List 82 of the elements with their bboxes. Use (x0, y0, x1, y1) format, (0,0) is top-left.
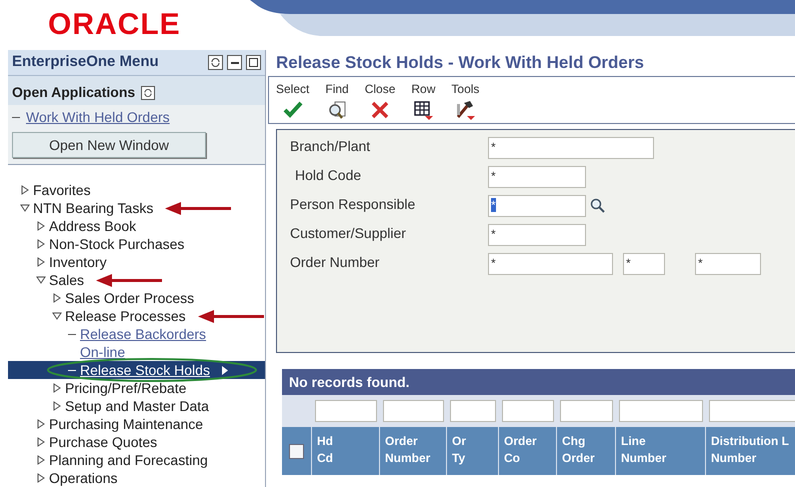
tree-folder[interactable]: Planning and Forecasting (49, 451, 208, 469)
filter-field[interactable] (450, 400, 496, 422)
input-field[interactable]: * (488, 195, 586, 217)
grid-message: No records found. (289, 372, 410, 392)
close-icon (370, 100, 390, 120)
tree-folder[interactable]: Sales (49, 271, 84, 289)
toolbar-button[interactable]: Row (410, 80, 436, 120)
field-label: Branch/Plant (290, 137, 372, 156)
collapsed-triangle-icon[interactable] (36, 257, 46, 267)
column-header[interactable]: Order Co (499, 427, 557, 475)
collapsed-triangle-icon[interactable] (52, 383, 62, 393)
column-header[interactable]: Chg Order (557, 427, 616, 475)
tree-folder[interactable]: Favorites (33, 181, 91, 199)
open-app-link[interactable]: Work With Held Orders (26, 107, 170, 128)
collapsed-triangle-icon[interactable] (36, 437, 46, 447)
caret-icon (222, 366, 228, 374)
filter-field[interactable] (315, 400, 377, 422)
filter-field[interactable] (383, 400, 444, 422)
column-header[interactable]: Or Ty (447, 427, 499, 475)
filter-field[interactable] (709, 400, 795, 422)
input-field[interactable]: * (623, 253, 665, 275)
collapsed-triangle-icon[interactable] (36, 473, 46, 483)
collapsed-triangle-icon[interactable] (36, 221, 46, 231)
toolbar-button[interactable]: Close (364, 80, 396, 120)
tree-folder[interactable]: Pricing/Pref/Rebate (65, 379, 186, 397)
collapsed-triangle-icon[interactable] (36, 455, 46, 465)
input-field[interactable]: * (488, 137, 654, 159)
dash-icon (68, 334, 76, 335)
column-header[interactable]: Order Number (380, 427, 447, 475)
field-label: Person Responsible (290, 195, 416, 214)
collapsed-triangle-icon[interactable] (52, 293, 62, 303)
collapsed-triangle-icon[interactable] (36, 419, 46, 429)
select-all-checkbox[interactable] (289, 444, 304, 458)
toolbar-button[interactable]: Tools (450, 80, 480, 120)
tree-folder[interactable]: Release Processes (65, 307, 186, 325)
field-label: Hold Code (294, 166, 362, 185)
expanded-triangle-icon[interactable] (36, 275, 46, 285)
grid-icon (413, 100, 434, 120)
field-label: Order Number (290, 253, 380, 272)
section-title: Open Applications (12, 83, 136, 102)
collapsed-triangle-icon[interactable] (20, 185, 30, 195)
menu-title: EnterpriseOne Menu (12, 52, 159, 72)
tree-folder[interactable]: Purchase Quotes (49, 433, 158, 451)
input-field[interactable]: * (488, 224, 586, 246)
tree-folder[interactable]: Sales Order Process (65, 289, 194, 307)
tree-folder[interactable]: NTN Bearing Tasks (33, 199, 154, 217)
input-field[interactable]: * (695, 253, 761, 275)
tree-folder[interactable]: Address Book (49, 217, 136, 235)
toolbar-button[interactable]: Find (324, 80, 350, 120)
oracle-logo: ORACLE (48, 10, 181, 40)
tree-folder[interactable]: Purchasing Maintenance (49, 415, 204, 433)
hammer-icon (455, 100, 476, 120)
checkmark-icon (282, 100, 303, 118)
refresh-icon[interactable] (141, 86, 156, 100)
magnifier-document-icon (327, 100, 348, 120)
tree-folder[interactable]: Non-Stock Purchases (49, 235, 184, 253)
tree-folder[interactable]: Setup and Master Data (65, 397, 209, 415)
open-new-window-button[interactable]: Open New Window (12, 132, 206, 158)
refresh-icon[interactable] (208, 55, 223, 70)
search-icon[interactable] (590, 198, 606, 214)
input-field[interactable]: * (488, 166, 586, 188)
collapsed-triangle-icon[interactable] (36, 239, 46, 249)
tree-folder[interactable]: Inventory (49, 253, 107, 271)
column-header[interactable]: Line Number (616, 427, 706, 475)
dash-icon (12, 117, 20, 118)
minimize-icon[interactable] (227, 55, 242, 70)
dash-icon (68, 370, 76, 371)
filter-field[interactable] (619, 400, 703, 422)
collapsed-triangle-icon[interactable] (52, 401, 62, 411)
form-title: Release Stock Holds - Work With Held Orders (275, 52, 645, 74)
filter-field[interactable] (560, 400, 613, 422)
expanded-triangle-icon[interactable] (20, 203, 30, 213)
input-field[interactable]: * (488, 253, 613, 275)
toolbar-button[interactable]: Select (275, 80, 310, 118)
column-header[interactable]: Distribution L Number (706, 427, 795, 475)
tree-link[interactable]: Release Backorders On-line (80, 325, 230, 361)
maximize-icon[interactable] (246, 55, 261, 70)
tree-folder[interactable]: Operations (49, 469, 118, 487)
expanded-triangle-icon[interactable] (52, 311, 62, 321)
filter-field[interactable] (502, 400, 554, 422)
field-label: Customer/Supplier (290, 224, 407, 243)
column-header[interactable]: Hd Cd (312, 427, 380, 475)
